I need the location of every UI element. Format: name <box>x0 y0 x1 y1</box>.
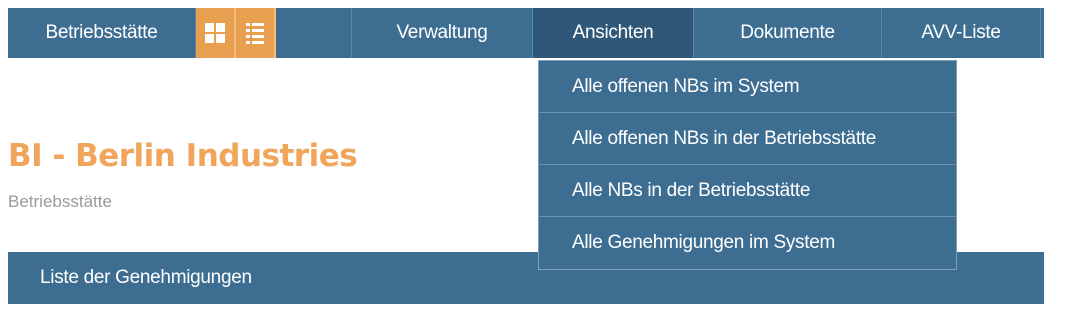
grid-icon <box>205 23 225 43</box>
section-title: Liste der Genehmigungen <box>40 267 252 288</box>
list-icon <box>246 22 264 44</box>
menu-item-all-nbs-site[interactable]: Alle NBs in der Betriebsstätte <box>539 165 956 217</box>
menu-item-all-permits-system[interactable]: Alle Genehmigungen im System <box>539 217 956 269</box>
page-subtitle: Betriebsstätte <box>8 192 112 211</box>
menu-item-open-nbs-site[interactable]: Alle offenen NBs in der Betriebsstätte <box>539 113 956 165</box>
nav-item-ansichten[interactable]: Ansichten <box>533 8 694 58</box>
nav-spacer <box>276 8 352 58</box>
page-title: BI - Berlin Industries <box>8 138 358 174</box>
nav-item-betriebsstaette[interactable]: Betriebsstätte <box>8 8 196 58</box>
nav-item-avv-liste[interactable]: AVV-Liste <box>882 8 1041 58</box>
top-navbar: Betriebsstätte Verwaltung Ansichten Doku… <box>8 8 1044 58</box>
grid-view-button[interactable] <box>196 8 236 58</box>
ansichten-dropdown-menu: Alle offenen NBs im System Alle offenen … <box>538 60 957 270</box>
nav-item-dokumente[interactable]: Dokumente <box>694 8 882 58</box>
menu-item-open-nbs-system[interactable]: Alle offenen NBs im System <box>539 61 956 113</box>
list-view-button[interactable] <box>236 8 276 58</box>
nav-item-verwaltung[interactable]: Verwaltung <box>352 8 533 58</box>
